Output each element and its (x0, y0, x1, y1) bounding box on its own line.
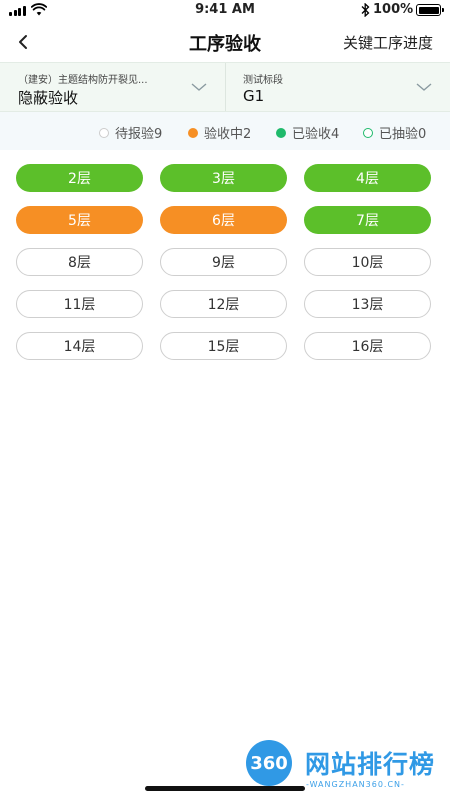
legend-label: 验收中2 (204, 127, 252, 142)
status-legend: 待报验9 验收中2 已验收4 已抽验0 (0, 112, 450, 150)
accepted-dot-icon (276, 127, 286, 138)
watermark-text: 网站排行榜 (305, 750, 436, 779)
battery-icon (416, 4, 444, 16)
in-progress-dot-icon (188, 127, 198, 138)
battery-percent: 100% (373, 2, 414, 17)
watermark-logo: 360 (246, 740, 292, 786)
floor-button[interactable]: 7层 (304, 206, 431, 234)
floor-button[interactable]: 3层 (160, 164, 287, 192)
floor-button[interactable]: 8层 (16, 248, 143, 276)
legend-sampled: 已抽验0 (363, 123, 426, 142)
legend-pending: 待报验9 (99, 123, 162, 142)
floor-button[interactable]: 14层 (16, 332, 143, 360)
legend-accepted: 已验收4 (276, 123, 339, 142)
project-filter[interactable]: （建安）主题结构防开裂见... 隐蔽验收 (0, 63, 226, 111)
legend-label: 已抽验0 (379, 127, 427, 142)
legend-label: 已验收4 (292, 127, 340, 142)
floor-button[interactable]: 16层 (304, 332, 431, 360)
legend-in-progress: 验收中2 (188, 123, 251, 142)
section-filter-value: G1 (243, 87, 265, 105)
pending-dot-icon (99, 127, 109, 138)
floor-button[interactable]: 5层 (16, 206, 143, 234)
sampled-dot-icon (363, 127, 373, 138)
nav-bar: 工序验收 关键工序进度 (0, 22, 450, 62)
floor-button[interactable]: 10层 (304, 248, 431, 276)
status-bar: 9:41 AM 100% (0, 0, 450, 22)
bluetooth-icon (361, 3, 370, 17)
floor-button[interactable]: 13层 (304, 290, 431, 318)
floor-button[interactable]: 12层 (160, 290, 287, 318)
section-filter-label: 测试标段 (243, 75, 283, 86)
project-filter-label: （建安）主题结构防开裂见... (18, 75, 148, 86)
section-filter[interactable]: 测试标段 G1 (226, 63, 450, 111)
floor-grid: 2层 3层 4层 5层 6层 7层 8层 9层 10层 11层 12层 13层 … (16, 164, 432, 360)
floor-button[interactable]: 9层 (160, 248, 287, 276)
floor-button[interactable]: 6层 (160, 206, 287, 234)
project-filter-value: 隐蔽验收 (18, 89, 79, 107)
filter-bar: （建安）主题结构防开裂见... 隐蔽验收 测试标段 G1 (0, 62, 450, 112)
chevron-down-icon (191, 83, 207, 91)
legend-label: 待报验9 (115, 127, 163, 142)
floor-button[interactable]: 11层 (16, 290, 143, 318)
floor-button[interactable]: 2层 (16, 164, 143, 192)
floor-button[interactable]: 15层 (160, 332, 287, 360)
floor-button[interactable]: 4层 (304, 164, 431, 192)
chevron-down-icon (416, 83, 432, 91)
watermark-subtext: -WANGZHAN360.CN- (306, 780, 405, 789)
home-indicator[interactable] (145, 786, 305, 791)
key-process-progress-link[interactable]: 关键工序进度 (343, 32, 433, 53)
